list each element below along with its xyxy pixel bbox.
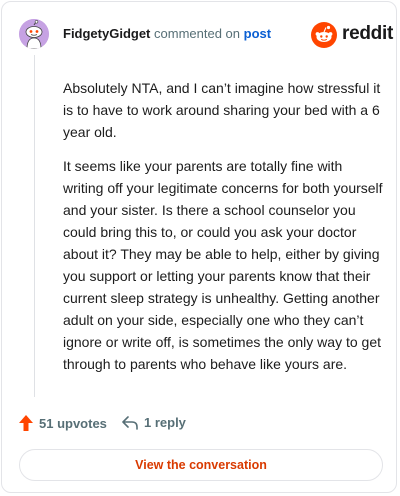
comment-paragraph: It seems like your parents are totally f… [63,158,383,372]
upvote-control[interactable]: 51 upvotes [19,415,107,431]
upvote-arrow-icon[interactable] [19,415,33,431]
avatar[interactable] [19,19,49,49]
thread-line [34,55,35,397]
reply-arrow-icon[interactable] [122,415,138,430]
post-link[interactable]: post [244,26,271,41]
comment-header: FidgetyGidget commented on post [63,26,271,41]
comment-card: FidgetyGidget commented on post reddit A… [1,1,397,493]
action-text: commented on [154,26,241,41]
reddit-logo-icon [311,22,337,48]
comment-body: Absolutely NTA, and I can’t imagine how … [63,77,383,387]
snoo-avatar-icon [19,19,49,49]
reddit-wordmark: reddit [342,23,393,44]
view-conversation-button[interactable]: View the conversation [19,449,383,481]
reddit-logo[interactable]: reddit [311,22,393,48]
reply-control[interactable]: 1 reply [122,415,186,430]
comment-paragraph: Absolutely NTA, and I can’t imagine how … [63,80,381,140]
upvote-count: 51 upvotes [39,415,107,431]
username[interactable]: FidgetyGidget [63,26,150,41]
reply-count: 1 reply [144,415,186,430]
